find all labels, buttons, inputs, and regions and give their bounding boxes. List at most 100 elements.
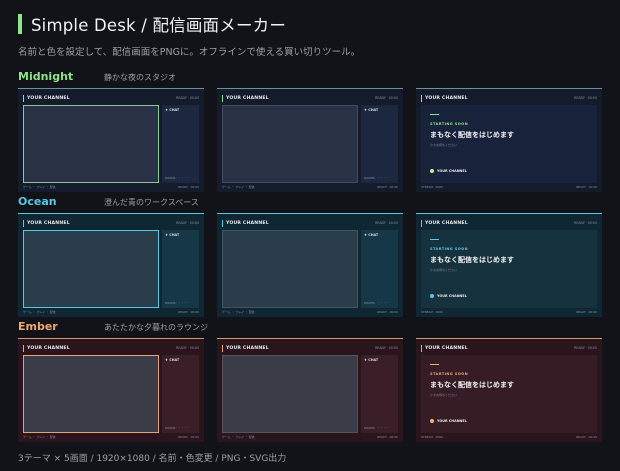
channel-bar: YOUR CHANNEL READY · 00:00 — [222, 219, 398, 227]
theme-name: Ocean — [18, 195, 57, 208]
chat-panel: ♦ CHAT ROOMS · ・・・・ — [361, 105, 398, 183]
screen-footer-right: READY · 00:00 — [178, 185, 199, 189]
channel-name: YOUR CHANNEL — [226, 345, 269, 351]
starting-eyebrow: STARTING SOON — [430, 122, 469, 126]
starting-screen-card[interactable]: YOUR CHANNEL READY · 00:00 STARTING SOON まも… — [416, 338, 602, 442]
channel-tick — [222, 219, 223, 227]
starting-channel-label: YOUR CHANNEL — [437, 294, 467, 298]
theme-row-ember: Ember あたたかな夕暮れのラウンジ YOUR CHANNEL READY · 00… — [18, 320, 602, 442]
channel-name: YOUR CHANNEL — [226, 220, 269, 226]
channel-tick — [421, 219, 422, 227]
camera-frame — [23, 105, 159, 183]
camera-frame — [222, 230, 358, 308]
channel-bar: YOUR CHANNEL READY · 00:00 — [222, 344, 398, 352]
status-dot-icon — [430, 169, 434, 173]
page-subtitle: 名前と色を設定して、配信画面をPNGに。オフラインで使える買い切りツール。 — [18, 47, 361, 58]
screen-footer-left: STREAM · 0000 — [421, 185, 444, 189]
channel-bar: YOUR CHANNEL READY · 00:00 — [421, 344, 597, 352]
starting-accent-line — [430, 364, 439, 365]
chat-panel: ♦ CHAT ROOMS · ・・・・ — [162, 105, 199, 183]
theme-header: Ember あたたかな夕暮れのラウンジ — [18, 320, 602, 334]
channel-tick — [222, 94, 223, 102]
screen-footer-right: READY · 00:00 — [576, 310, 597, 314]
screen-footer-left: ゲーム ・ プレイ ・ 配信 — [23, 435, 56, 439]
starting-subtext: 少々お待ちください — [430, 143, 458, 147]
screen-footer-left: ゲーム ・ プレイ ・ 配信 — [222, 185, 255, 189]
screen-footer-left: STREAM · 0000 — [421, 310, 444, 314]
chat-footer: ROOMS · ・・・・ — [165, 176, 190, 180]
chat-label: ♦ CHAT — [165, 108, 180, 112]
channel-meta: READY · 00:00 — [375, 96, 398, 100]
starting-screen-card[interactable]: YOUR CHANNEL READY · 00:00 STARTING SOON まも… — [416, 88, 602, 192]
starting-channel-label: YOUR CHANNEL — [437, 419, 467, 423]
theme-description: 澄んだ青のワークスペース — [104, 198, 199, 207]
starting-panel: STARTING SOON まもなく配信をはじめます 少々お待ちください YOUR C… — [421, 230, 597, 308]
camera-frame — [222, 355, 358, 433]
chat-label: ♦ CHAT — [165, 358, 180, 362]
theme-name: Midnight — [18, 70, 74, 83]
starting-headline: まもなく配信をはじめます — [430, 381, 514, 389]
theme-screens: YOUR CHANNEL READY · 00:00 ♦ CHAT ROOMS · ・… — [18, 213, 602, 317]
screen-footer-right: READY · 00:00 — [576, 185, 597, 189]
channel-tick — [23, 344, 24, 352]
channel-meta: READY · 00:00 — [176, 221, 199, 225]
starting-headline: まもなく配信をはじめます — [430, 131, 514, 139]
header: Simple Desk / 配信画面メーカー 名前と色を設定して、配信画面をPN… — [18, 12, 360, 58]
chat-label: ♦ CHAT — [364, 358, 379, 362]
camera-frame — [23, 230, 159, 308]
theme-header: Midnight 静かな夜のスタジオ — [18, 70, 602, 84]
screen-footer-left: ゲーム ・ プレイ ・ 配信 — [23, 310, 56, 314]
screen-footer-left: ゲーム ・ プレイ ・ 配信 — [222, 310, 255, 314]
screen-footer-right: READY · 00:00 — [377, 435, 398, 439]
starting-accent-line — [430, 239, 439, 240]
channel-meta: READY · 00:00 — [176, 346, 199, 350]
main-screen-card[interactable]: YOUR CHANNEL READY · 00:00 ♦ CHAT ROOMS · ・… — [217, 338, 403, 442]
channel-meta: READY · 00:00 — [574, 346, 597, 350]
channel-name: YOUR CHANNEL — [27, 345, 70, 351]
screen-footer-right: READY · 00:00 — [377, 310, 398, 314]
starting-channel-label: YOUR CHANNEL — [437, 169, 467, 173]
status-dot-icon — [430, 419, 434, 423]
screen-footer-right: READY · 00:00 — [178, 435, 199, 439]
chat-panel: ♦ CHAT ROOMS · ・・・・ — [361, 230, 398, 308]
screen-footer-left: ゲーム ・ プレイ ・ 配信 — [23, 185, 56, 189]
channel-tick — [23, 94, 24, 102]
starting-screen-card[interactable]: YOUR CHANNEL READY · 00:00 STARTING SOON まも… — [416, 213, 602, 317]
chat-footer: ROOMS · ・・・・ — [364, 176, 389, 180]
channel-name: YOUR CHANNEL — [425, 345, 468, 351]
theme-description: 静かな夜のスタジオ — [104, 73, 176, 82]
title-row: Simple Desk / 配信画面メーカー — [18, 12, 360, 36]
starting-subtext: 少々お待ちください — [430, 393, 458, 397]
chat-footer: ROOMS · ・・・・ — [364, 426, 389, 430]
channel-bar: YOUR CHANNEL READY · 00:00 — [23, 344, 199, 352]
main-screen-card[interactable]: YOUR CHANNEL READY · 00:00 ♦ CHAT ROOMS · ・… — [18, 338, 204, 442]
channel-bar: YOUR CHANNEL READY · 00:00 — [23, 219, 199, 227]
channel-meta: READY · 00:00 — [375, 221, 398, 225]
chat-label: ♦ CHAT — [364, 233, 379, 237]
channel-name: YOUR CHANNEL — [226, 95, 269, 101]
theme-screens: YOUR CHANNEL READY · 00:00 ♦ CHAT ROOMS · ・… — [18, 338, 602, 442]
chat-label: ♦ CHAT — [364, 108, 379, 112]
channel-bar: YOUR CHANNEL READY · 00:00 — [421, 94, 597, 102]
main-screen-card[interactable]: YOUR CHANNEL READY · 00:00 ♦ CHAT ROOMS · ・… — [217, 88, 403, 192]
main-screen-card[interactable]: YOUR CHANNEL READY · 00:00 ♦ CHAT ROOMS · ・… — [18, 88, 204, 192]
footer-spec: 3テーマ × 5画面 / 1920×1080 / 名前・色変更 / PNG・SV… — [18, 454, 287, 464]
theme-screens: YOUR CHANNEL READY · 00:00 ♦ CHAT ROOMS · ・… — [18, 88, 602, 192]
main-screen-card[interactable]: YOUR CHANNEL READY · 00:00 ♦ CHAT ROOMS · ・… — [18, 213, 204, 317]
main-screen-card[interactable]: YOUR CHANNEL READY · 00:00 ♦ CHAT ROOMS · ・… — [217, 213, 403, 317]
starting-panel: STARTING SOON まもなく配信をはじめます 少々お待ちください YOUR C… — [421, 355, 597, 433]
theme-row-ocean: Ocean 澄んだ青のワークスペース YOUR CHANNEL READY · 00:… — [18, 195, 602, 317]
status-dot-icon — [430, 294, 434, 298]
screen-footer-left: ゲーム ・ プレイ ・ 配信 — [222, 435, 255, 439]
chat-footer: ROOMS · ・・・・ — [165, 426, 190, 430]
chat-footer: ROOMS · ・・・・ — [165, 301, 190, 305]
camera-frame — [222, 105, 358, 183]
theme-row-midnight: Midnight 静かな夜のスタジオ YOUR CHANNEL READY · 00:… — [18, 70, 602, 192]
chat-panel: ♦ CHAT ROOMS · ・・・・ — [162, 230, 199, 308]
channel-meta: READY · 00:00 — [574, 221, 597, 225]
starting-panel: STARTING SOON まもなく配信をはじめます少々お待ちください YOUR C… — [421, 105, 597, 183]
starting-headline: まもなく配信をはじめます — [430, 256, 514, 264]
page-title: Simple Desk / 配信画面メーカー — [31, 16, 287, 35]
starting-subtext: 少々お待ちください — [430, 268, 458, 272]
channel-meta: READY · 00:00 — [176, 96, 199, 100]
